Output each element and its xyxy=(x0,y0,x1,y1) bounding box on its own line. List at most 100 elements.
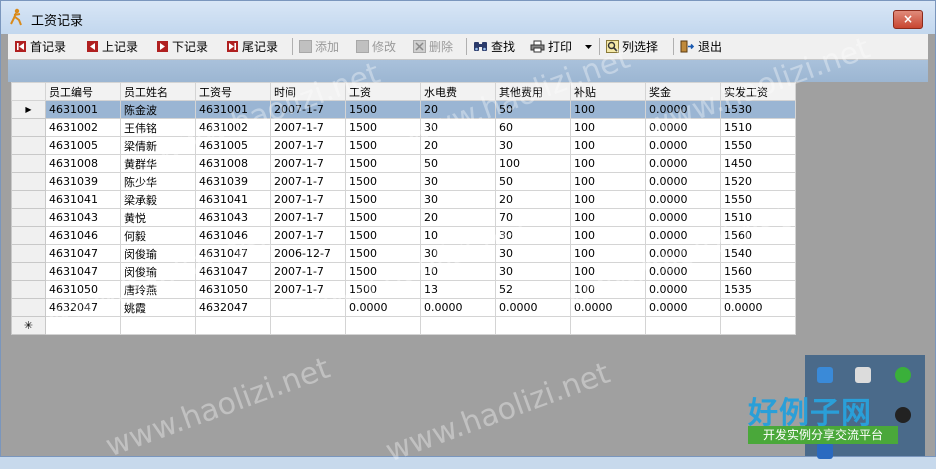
table-cell[interactable]: 陈少华 xyxy=(120,172,196,191)
table-cell[interactable]: 30 xyxy=(420,172,496,191)
table-cell[interactable]: 4631002 xyxy=(195,118,271,137)
table-cell[interactable] xyxy=(645,316,721,335)
table-cell[interactable]: 闵俊瑜 xyxy=(120,244,196,263)
column-header[interactable]: 水电费 xyxy=(420,82,496,101)
table-row[interactable]: 4631047 闵俊瑜 4631047 2007-1-7 1500 10 30 100 0.00… xyxy=(11,262,796,281)
table-cell[interactable]: 黄悦 xyxy=(120,208,196,227)
row-indicator[interactable] xyxy=(11,244,46,263)
prev-record-button[interactable]: 上记录 xyxy=(86,37,138,56)
table-cell[interactable]: 0.0000 xyxy=(495,298,571,317)
edit-button[interactable]: 修改 xyxy=(356,37,396,56)
column-header[interactable]: 奖金 xyxy=(645,82,721,101)
table-cell[interactable]: 梁倩新 xyxy=(120,136,196,155)
row-indicator[interactable] xyxy=(11,154,46,173)
table-cell[interactable]: 20 xyxy=(420,208,496,227)
first-record-button[interactable]: 首记录 xyxy=(14,37,66,56)
table-cell[interactable]: 0.0000 xyxy=(645,280,721,299)
column-select-button[interactable]: 列选择 xyxy=(606,37,658,56)
table-cell[interactable]: 0.0000 xyxy=(570,298,646,317)
table-cell[interactable]: 0.0000 xyxy=(645,226,721,245)
table-cell[interactable]: 100 xyxy=(495,154,571,173)
table-cell[interactable]: 1520 xyxy=(720,172,796,191)
table-cell[interactable]: 4631005 xyxy=(195,136,271,155)
table-cell[interactable]: 50 xyxy=(420,154,496,173)
next-record-button[interactable]: 下记录 xyxy=(156,37,208,56)
table-cell[interactable]: 4631001 xyxy=(45,100,121,119)
table-cell[interactable]: 30 xyxy=(495,136,571,155)
table-cell[interactable]: 50 xyxy=(495,100,571,119)
table-cell[interactable]: 4631047 xyxy=(195,262,271,281)
print-dropdown-button[interactable] xyxy=(584,37,593,56)
table-cell[interactable]: 4632047 xyxy=(45,298,121,317)
row-indicator[interactable] xyxy=(11,136,46,155)
table-cell[interactable]: 4631041 xyxy=(45,190,121,209)
row-indicator[interactable] xyxy=(11,298,46,317)
table-cell[interactable]: 10 xyxy=(420,262,496,281)
table-cell[interactable]: 1540 xyxy=(720,244,796,263)
table-cell[interactable]: 0.0000 xyxy=(720,298,796,317)
table-cell[interactable]: 0.0000 xyxy=(345,298,421,317)
table-cell[interactable] xyxy=(420,316,496,335)
table-cell[interactable]: 30 xyxy=(495,262,571,281)
table-row[interactable]: 4631050 唐玲燕 4631050 2007-1-7 1500 13 52 100 0.00… xyxy=(11,280,796,299)
table-cell[interactable]: 0.0000 xyxy=(645,118,721,137)
table-cell[interactable] xyxy=(495,316,571,335)
table-cell[interactable]: 2007-1-7 xyxy=(270,136,346,155)
table-cell[interactable]: 100 xyxy=(570,118,646,137)
table-cell[interactable]: 4631046 xyxy=(195,226,271,245)
table-cell[interactable]: 0.0000 xyxy=(420,298,496,317)
table-cell[interactable] xyxy=(195,316,271,335)
table-row[interactable]: 4631002 王伟铭 4631002 2007-1-7 1500 30 60 100 0.00… xyxy=(11,118,796,137)
table-cell[interactable]: 4631005 xyxy=(45,136,121,155)
table-cell[interactable] xyxy=(270,298,346,317)
table-cell[interactable]: 2007-1-7 xyxy=(270,280,346,299)
table-cell[interactable]: 1500 xyxy=(345,280,421,299)
table-cell[interactable]: 100 xyxy=(570,280,646,299)
table-cell[interactable]: 100 xyxy=(570,100,646,119)
table-cell[interactable]: 0.0000 xyxy=(645,100,721,119)
table-cell[interactable]: 100 xyxy=(570,154,646,173)
table-cell[interactable]: 4631043 xyxy=(45,208,121,227)
table-cell[interactable]: 100 xyxy=(570,262,646,281)
table-cell[interactable]: 0.0000 xyxy=(645,190,721,209)
table-cell[interactable]: 何毅 xyxy=(120,226,196,245)
table-cell[interactable]: 30 xyxy=(420,118,496,137)
tray-green-icon[interactable] xyxy=(895,367,911,383)
table-cell[interactable]: 1550 xyxy=(720,136,796,155)
table-cell[interactable]: 2007-1-7 xyxy=(270,154,346,173)
table-cell[interactable]: 1510 xyxy=(720,118,796,137)
table-cell[interactable]: 1500 xyxy=(345,244,421,263)
table-cell[interactable]: 4631039 xyxy=(195,172,271,191)
close-button[interactable]: × xyxy=(893,10,923,29)
column-header[interactable]: 员工姓名 xyxy=(120,82,196,101)
table-cell[interactable]: 20 xyxy=(495,190,571,209)
table-cell[interactable]: 30 xyxy=(495,244,571,263)
column-header[interactable]: 工资 xyxy=(345,82,421,101)
table-cell[interactable]: 1500 xyxy=(345,154,421,173)
table-cell[interactable]: 1500 xyxy=(345,190,421,209)
row-indicator[interactable] xyxy=(11,208,46,227)
tray-app-icon[interactable] xyxy=(817,367,833,383)
table-cell[interactable] xyxy=(345,316,421,335)
table-cell[interactable]: 1535 xyxy=(720,280,796,299)
table-cell[interactable]: 1560 xyxy=(720,226,796,245)
table-cell[interactable]: 4631050 xyxy=(45,280,121,299)
column-header[interactable]: 其他费用 xyxy=(495,82,571,101)
table-cell[interactable]: 陈金波 xyxy=(120,100,196,119)
table-cell[interactable]: 1450 xyxy=(720,154,796,173)
table-cell[interactable]: 2007-1-7 xyxy=(270,172,346,191)
table-row[interactable]: 4631043 黄悦 4631043 2007-1-7 1500 20 70 100 0.000… xyxy=(11,208,796,227)
table-cell[interactable] xyxy=(720,316,796,335)
print-button[interactable]: 打印 xyxy=(530,37,572,56)
table-cell[interactable]: 2007-1-7 xyxy=(270,100,346,119)
row-indicator[interactable] xyxy=(11,262,46,281)
table-cell[interactable]: 20 xyxy=(420,136,496,155)
table-cell[interactable]: 4631039 xyxy=(45,172,121,191)
column-header[interactable]: 补贴 xyxy=(570,82,646,101)
table-cell[interactable]: 0.0000 xyxy=(645,154,721,173)
table-cell[interactable]: 王伟铭 xyxy=(120,118,196,137)
table-cell[interactable]: 100 xyxy=(570,190,646,209)
table-cell[interactable]: 1500 xyxy=(345,136,421,155)
table-cell[interactable]: 0.0000 xyxy=(645,298,721,317)
row-indicator[interactable]: ▶ xyxy=(11,100,46,119)
